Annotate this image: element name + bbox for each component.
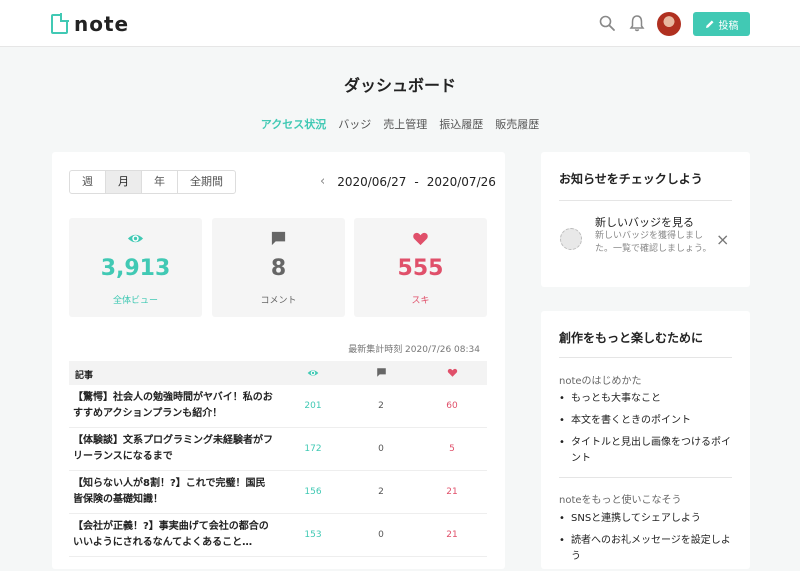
table-row[interactable]: 【知らない人が8割！?】これで完璧！国民皆保険の基礎知識！ 156 2 21 xyxy=(69,471,487,514)
notice-title[interactable]: 新しいバッジを見る xyxy=(595,214,694,230)
last-updated: 最新集計時刻 2020/7/26 08:34 xyxy=(348,345,480,355)
comment-icon xyxy=(376,368,386,377)
notice-body: 新しいバッジを獲得しました。一覧で確認しましょう。 xyxy=(595,231,712,254)
comment-icon xyxy=(271,231,286,246)
table-row[interactable]: 【会社が正義！?】事実曲げて会社の都合のいいようにされるなんてよくあること… 1… xyxy=(69,514,487,557)
tips-section-title: noteをもっと使いこなそう xyxy=(559,495,682,506)
period-month[interactable]: 月 xyxy=(106,171,142,193)
period-all[interactable]: 全期間 xyxy=(178,171,235,193)
tab-sales[interactable]: 売上管理 xyxy=(383,116,427,132)
article-table: 記事 【驚愕】社会人の勉強時間がヤバイ！私のおすすめアクションプランも紹介！ 2… xyxy=(69,361,487,557)
post-button-label: 投稿 xyxy=(718,20,739,32)
column-header-article: 記事 xyxy=(75,371,94,381)
period-week[interactable]: 週 xyxy=(70,171,106,193)
article-likes: 21 xyxy=(446,530,458,540)
article-comments: 2 xyxy=(378,487,384,497)
page-title: ダッシュボード xyxy=(343,76,456,95)
date-start: 2020/06/27 xyxy=(337,174,407,189)
eye-icon xyxy=(307,370,319,376)
stat-views-label: 全体ビュー xyxy=(112,296,158,306)
table-row[interactable]: 【体験談】文系プログラミング未経験者がフリーランスになるまで 172 0 5 xyxy=(69,428,487,471)
article-title[interactable]: 【会社が正義！?】事実曲げて会社の都合のいいようにされるなんてよくあること… xyxy=(73,519,273,553)
heart-icon xyxy=(447,368,457,377)
stat-comments: 8 コメント xyxy=(212,218,345,317)
top-header: note 投稿 xyxy=(0,0,800,47)
date-separator: - xyxy=(414,174,419,189)
article-title[interactable]: 【体験談】文系プログラミング未経験者がフリーランスになるまで xyxy=(73,433,273,465)
date-end: 2020/07/26 xyxy=(426,174,496,189)
article-comments: 2 xyxy=(378,401,384,411)
post-button[interactable]: 投稿 xyxy=(693,12,750,36)
tab-transfers[interactable]: 振込履歴 xyxy=(439,116,483,132)
divider xyxy=(559,477,732,478)
article-views: 201 xyxy=(304,401,322,411)
stat-views: 3,913 全体ビュー xyxy=(69,218,202,317)
tip-link[interactable]: タイトルと見出し画像をつけるポイント xyxy=(559,435,739,467)
heart-icon xyxy=(413,232,428,246)
article-comments: 0 xyxy=(378,444,384,454)
tip-link[interactable]: SNSと連携してシェアしよう xyxy=(559,511,739,527)
tab-badges[interactable]: バッジ xyxy=(338,116,371,132)
dashboard-tabs: アクセス状況 バッジ 売上管理 振込履歴 販売履歴 xyxy=(0,116,800,132)
stat-likes-label: スキ xyxy=(411,296,430,306)
table-row[interactable]: 【驚愕】社会人の勉強時間がヤバイ！私のおすすめアクションプランも紹介！ 201 … xyxy=(69,385,487,428)
divider xyxy=(559,200,732,201)
article-likes: 60 xyxy=(446,401,458,411)
tips-list: SNSと連携してシェアしよう 読者へのお礼メッセージを設定しよう xyxy=(559,511,739,571)
notice-card: お知らせをチェックしよう 新しいバッジを見る 新しいバッジを獲得しました。一覧で… xyxy=(541,152,750,287)
access-stats-card: 週 月 年 全期間 ‹ 2020/06/27 - 2020/07/26 3,91… xyxy=(52,152,505,569)
close-icon[interactable]: × xyxy=(716,230,729,249)
stat-likes: 555 スキ xyxy=(354,218,487,317)
stat-comments-value: 8 xyxy=(270,256,287,281)
article-title[interactable]: 【知らない人が8割！?】これで完璧！国民皆保険の基礎知識！ xyxy=(73,476,273,508)
table-header: 記事 xyxy=(69,361,487,385)
stat-comments-label: コメント xyxy=(260,296,297,306)
tips-heading: 創作をもっと楽しむために xyxy=(559,331,704,345)
article-title[interactable]: 【驚愕】社会人の勉強時間がヤバイ！私のおすすめアクションプランも紹介！ xyxy=(73,390,273,422)
column-header-likes xyxy=(432,367,472,378)
period-year[interactable]: 年 xyxy=(142,171,178,193)
tab-access[interactable]: アクセス状況 xyxy=(261,116,326,132)
article-likes: 21 xyxy=(446,487,458,497)
stat-views-value: 3,913 xyxy=(100,256,171,281)
column-header-views xyxy=(293,367,333,379)
bell-icon[interactable] xyxy=(628,14,646,32)
column-header-comments xyxy=(361,367,401,378)
pencil-icon xyxy=(705,20,713,28)
date-range: ‹ 2020/06/27 - 2020/07/26 xyxy=(320,174,496,189)
notice-heading: お知らせをチェックしよう xyxy=(559,172,703,186)
badge-icon xyxy=(560,228,582,250)
tab-sales-history[interactable]: 販売履歴 xyxy=(495,116,539,132)
article-views: 172 xyxy=(304,444,322,454)
eye-icon xyxy=(127,234,144,243)
chevron-left-icon[interactable]: ‹ xyxy=(320,174,325,189)
logo-text: note xyxy=(74,12,130,36)
note-logo-mark xyxy=(51,13,69,34)
note-logo[interactable]: note xyxy=(51,12,129,36)
tips-card: 創作をもっと楽しむために noteのはじめかた もっとも大事なこと 本文を書くと… xyxy=(541,311,750,569)
period-selector: 週 月 年 全期間 xyxy=(69,170,236,194)
tip-link[interactable]: もっとも大事なこと xyxy=(559,391,739,407)
search-icon[interactable] xyxy=(598,14,616,32)
article-views: 153 xyxy=(304,530,322,540)
stat-likes-value: 555 xyxy=(397,256,444,281)
divider xyxy=(559,357,732,358)
tip-link[interactable]: 読者へのお礼メッセージを設定しよう xyxy=(559,533,739,565)
article-comments: 0 xyxy=(378,530,384,540)
article-likes: 5 xyxy=(449,444,455,454)
tips-list: もっとも大事なこと 本文を書くときのポイント タイトルと見出し画像をつけるポイン… xyxy=(559,391,739,473)
tip-link[interactable]: 本文を書くときのポイント xyxy=(559,413,739,429)
tips-section-title: noteのはじめかた xyxy=(559,376,642,387)
user-avatar[interactable] xyxy=(657,12,681,36)
article-views: 156 xyxy=(304,487,322,497)
